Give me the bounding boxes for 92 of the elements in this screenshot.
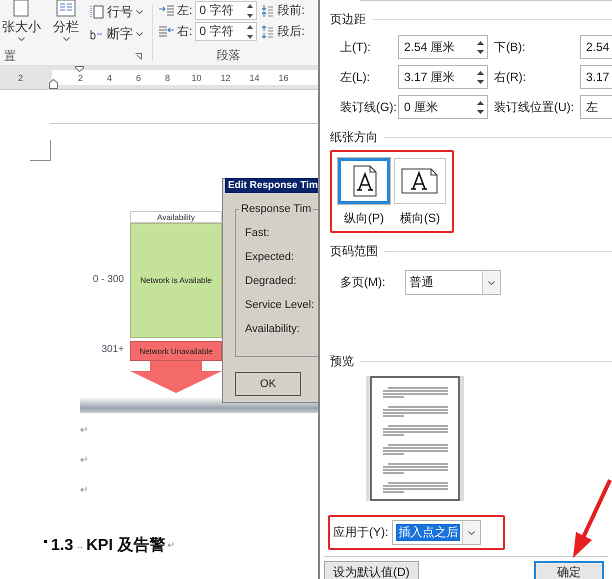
spin-up-icon[interactable]	[476, 68, 485, 76]
ribbon-menu-item[interactable]: 断字	[89, 25, 143, 43]
field-label: Availability:	[245, 323, 300, 335]
orientation-tile[interactable]	[394, 158, 446, 204]
dropdown-field[interactable]: 普通	[405, 270, 502, 295]
left-indent-icon	[159, 4, 174, 17]
ruler-number: 4	[106, 72, 113, 82]
paragraph-mark: ↵	[80, 485, 88, 496]
spacing-label: 段后:	[277, 23, 305, 40]
field-label: 右(R):	[494, 68, 527, 86]
status-band: Network is Available	[130, 223, 222, 338]
ribbon-button[interactable]: 分栏	[51, 0, 81, 41]
spin-down-icon[interactable]	[476, 108, 485, 116]
paragraph-mark: ↵	[80, 425, 88, 436]
caret-icon	[62, 37, 70, 41]
spacing-label: 段前:	[277, 2, 305, 19]
group-title: Response Tim	[239, 203, 314, 215]
bullet-icon	[44, 540, 47, 543]
heading-text: KPI 及告警	[86, 535, 166, 556]
ruler-number: 6	[134, 72, 142, 82]
section-title: 页码范围	[330, 243, 378, 260]
field-label: 多页(M):	[340, 274, 386, 291]
ruler-number: 14	[248, 72, 260, 82]
spinner-field[interactable]: 3.17	[580, 65, 612, 89]
column-header: Availability	[130, 211, 222, 223]
ruler-number: 12	[219, 72, 232, 82]
section-title: 预览	[330, 353, 354, 370]
spacing-before-icon	[262, 4, 274, 18]
field-label: 上(T):	[340, 38, 372, 56]
heading-number: 1.3	[51, 536, 74, 554]
field-label: 下(B):	[494, 38, 526, 56]
orientation-tile[interactable]	[338, 158, 390, 204]
dropdown-caret-icon	[488, 280, 496, 284]
spinner-icon	[246, 22, 254, 40]
section-title: 页边距	[330, 11, 366, 28]
ok-button[interactable]: 确定	[534, 561, 604, 579]
right-indent-icon	[159, 25, 174, 38]
spinner-field[interactable]: 2.54 厘米	[398, 35, 488, 59]
ribbon-menu-item[interactable]: 行号	[89, 3, 143, 21]
caret-icon	[136, 32, 143, 36]
status-band: Network Unavailable	[130, 341, 222, 361]
spin-down-icon[interactable]	[476, 78, 485, 86]
spin-up-icon[interactable]	[476, 38, 485, 46]
field-label: Expected:	[245, 251, 294, 263]
field-label: 装订线(G):	[340, 98, 398, 116]
range-label: 301+	[101, 344, 124, 355]
spinner-icon	[246, 2, 254, 20]
ruler-number: 10	[190, 72, 202, 82]
caret-icon	[136, 10, 143, 14]
tab-mark: →	[75, 540, 84, 550]
field-label: Degraded:	[245, 275, 296, 287]
field-label: 左(L):	[340, 68, 371, 86]
dialog-launcher-icon[interactable]	[135, 53, 142, 60]
indent-marker-icon[interactable]	[49, 79, 58, 89]
indent-field[interactable]: 0 字符	[195, 1, 258, 20]
line-numbers-icon	[89, 5, 104, 19]
caret-icon	[18, 37, 25, 41]
field-label: 应用于(Y):	[333, 524, 388, 541]
spacing-after-icon	[262, 24, 274, 38]
group-label: 置	[4, 48, 16, 65]
ribbon-button[interactable]: 张大小	[0, 0, 43, 41]
ruler-number: 16	[277, 72, 290, 82]
hyphenation-icon	[89, 27, 104, 41]
dropdown-field[interactable]: 左	[580, 95, 612, 119]
field-label: Fast:	[245, 227, 270, 239]
ok-button[interactable]: OK	[235, 372, 301, 396]
crop-mark-icon	[30, 140, 51, 161]
orientation-option[interactable]: 横向(S)	[394, 158, 446, 227]
ruler-number: 2	[16, 72, 24, 82]
indent-field[interactable]: 0 字符	[195, 22, 258, 41]
orientation-option[interactable]: 纵向(P)	[338, 158, 390, 227]
spinner-field[interactable]: 3.17 厘米	[398, 65, 488, 89]
indent-label: 左:	[177, 2, 192, 19]
down-arrow-icon	[130, 361, 222, 393]
section-title: 纸张方向	[330, 129, 378, 146]
dropdown-field[interactable]: 插入点之后	[392, 520, 482, 545]
range-label: 0 - 300	[92, 274, 124, 284]
spin-up-icon[interactable]	[476, 98, 485, 106]
field-label: Service Level:	[245, 299, 314, 311]
group-label: 段落	[216, 47, 242, 64]
field-label: 装订线位置(U):	[494, 98, 575, 116]
ruler-number: 2	[76, 72, 84, 82]
spinner-field[interactable]: 0 厘米	[398, 95, 488, 119]
spin-down-icon[interactable]	[476, 48, 485, 56]
ruler-number: 8	[164, 72, 171, 82]
dialog-title: Edit Response Tim	[225, 178, 318, 193]
paragraph-mark: ↵	[80, 455, 88, 466]
spinner-field[interactable]: 2.54	[580, 35, 612, 59]
indent-label: 右:	[177, 23, 192, 40]
dropdown-caret-icon	[468, 530, 476, 534]
paragraph-mark: ↵	[167, 540, 175, 551]
default-button[interactable]: 设为默认值(D)	[324, 561, 419, 579]
